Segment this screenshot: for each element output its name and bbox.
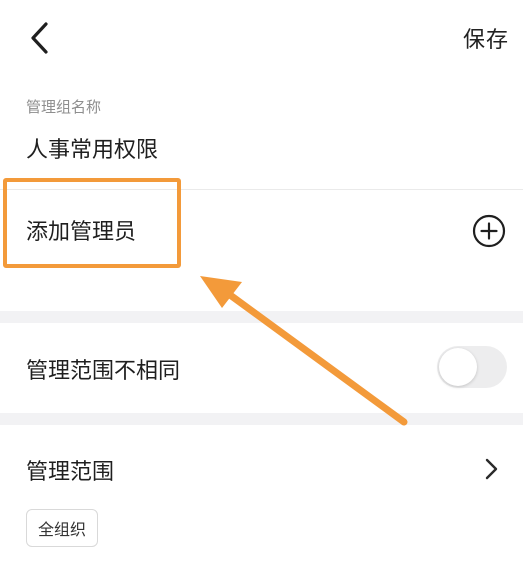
different-scope-toggle[interactable] xyxy=(437,346,507,388)
toggle-knob xyxy=(439,348,477,386)
divider xyxy=(0,189,523,190)
top-nav-bar: 保存 xyxy=(0,0,523,78)
chevron-right-icon xyxy=(485,458,498,480)
save-button[interactable]: 保存 xyxy=(463,22,509,54)
scope-chevron xyxy=(481,456,501,482)
section-gap xyxy=(0,311,523,323)
chevron-left-icon xyxy=(31,22,48,54)
different-scope-label: 管理范围不相同 xyxy=(26,359,181,384)
different-scope-row: 管理范围不相同 xyxy=(0,323,523,411)
group-name-value[interactable]: 人事常用权限 xyxy=(26,132,158,164)
scope-tag[interactable]: 全组织 xyxy=(26,509,99,547)
scope-label: 管理范围 xyxy=(26,460,115,485)
add-admin-button[interactable] xyxy=(472,214,506,248)
section-gap xyxy=(0,413,523,425)
group-name-label: 管理组名称 xyxy=(26,98,102,116)
back-button[interactable] xyxy=(22,18,58,58)
plus-circle-icon xyxy=(472,214,506,248)
add-admin-label: 添加管理员 xyxy=(26,220,137,245)
scope-row[interactable]: 管理范围 xyxy=(0,428,523,500)
add-admin-row[interactable]: 添加管理员 xyxy=(0,192,523,272)
